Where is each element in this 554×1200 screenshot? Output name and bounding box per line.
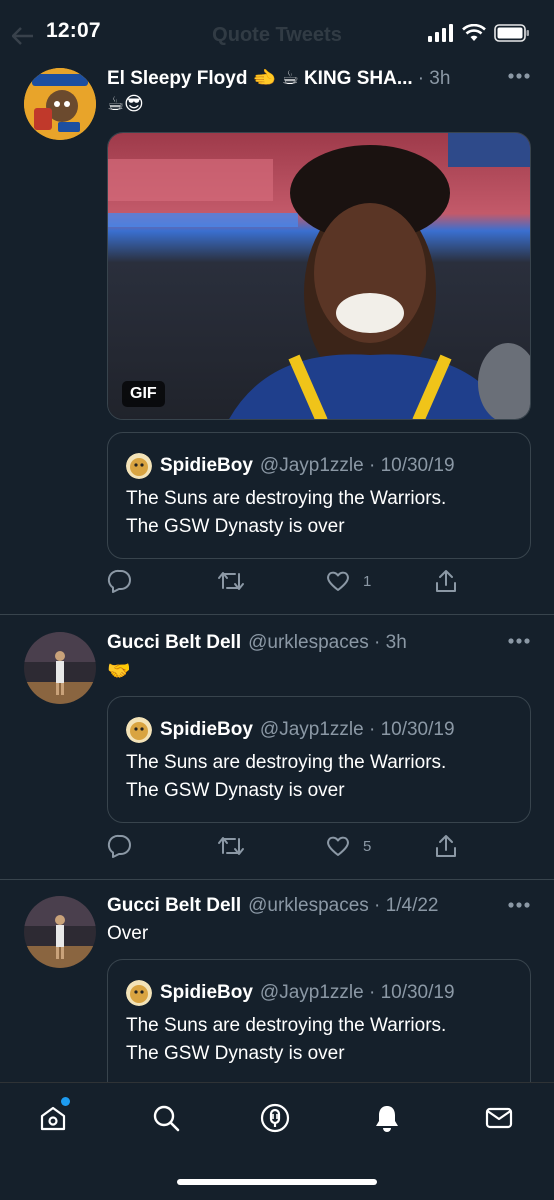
spaces-icon[interactable] xyxy=(260,1103,290,1133)
quoted-tweet[interactable]: SpidieBoy @Jayp1zzle · 10/30/19 The Suns… xyxy=(107,696,531,823)
author-name[interactable]: El Sleepy Floyd 🫲 ☕ KING SHA... xyxy=(107,66,413,90)
home-indicator xyxy=(177,1179,377,1185)
retweet-icon xyxy=(218,837,244,855)
author-handle: @urklespaces · 3h xyxy=(248,632,407,653)
like-count: 5 xyxy=(363,837,372,855)
more-options-icon[interactable] xyxy=(508,73,530,79)
quoted-author-name: SpidieBoy xyxy=(160,982,253,1003)
messages-icon[interactable] xyxy=(484,1103,514,1133)
like-button[interactable]: 5 xyxy=(325,833,371,859)
author-name[interactable]: Gucci Belt Dell xyxy=(107,632,241,654)
quoted-tweet-header: SpidieBoy @Jayp1zzle · 10/30/19 xyxy=(126,453,455,479)
tweet-actions: 5 xyxy=(107,833,507,861)
tweet[interactable]: Gucci Belt Dell @urklespaces · 1/4/22 Ov… xyxy=(0,880,554,1099)
tweet-header: El Sleepy Floyd 🫲 ☕ KING SHA... · 3h xyxy=(107,66,494,90)
quoted-avatar xyxy=(126,453,152,479)
share-button[interactable] xyxy=(433,568,459,594)
quoted-tweet-header: SpidieBoy @Jayp1zzle · 10/30/19 xyxy=(126,717,455,743)
reply-icon xyxy=(107,834,131,858)
more-options-icon[interactable] xyxy=(508,638,530,644)
quoted-author-handle: @Jayp1zzle · 10/30/19 xyxy=(259,455,455,476)
tweet-header: Gucci Belt Dell @urklespaces · 3h xyxy=(107,632,494,654)
quoted-tweet-text: The Suns are destroying the Warriors. Th… xyxy=(126,752,447,801)
avatar[interactable] xyxy=(24,896,96,968)
tweet-meta: · 3h xyxy=(417,68,451,89)
notifications-icon[interactable] xyxy=(372,1103,402,1133)
quoted-author-handle: @Jayp1zzle · 10/30/19 xyxy=(259,982,455,1003)
quoted-author-name: SpidieBoy xyxy=(160,719,253,740)
tweet[interactable]: Gucci Belt Dell @urklespaces · 3h 🤝 Spid… xyxy=(0,615,554,879)
share-icon xyxy=(436,835,456,857)
author-handle: @urklespaces · 1/4/22 xyxy=(248,895,439,916)
avatar-image xyxy=(24,632,96,704)
tweet-text: Over xyxy=(107,923,149,944)
reply-icon xyxy=(107,569,131,593)
tweet-text: 🤝 xyxy=(107,661,131,682)
home-notification-dot xyxy=(61,1097,70,1106)
quoted-tweet-header: SpidieBoy @Jayp1zzle · 10/30/19 xyxy=(126,980,455,1006)
reply-button[interactable] xyxy=(107,568,133,594)
status-bar: 12:07 xyxy=(0,0,554,62)
gif-badge: GIF xyxy=(122,381,165,407)
home-icon[interactable] xyxy=(38,1103,68,1133)
avatar-image xyxy=(24,896,96,968)
retweet-button[interactable] xyxy=(217,568,245,594)
tweet-text: ☕😎 xyxy=(107,94,144,115)
quoted-tweet[interactable]: SpidieBoy @Jayp1zzle · 10/30/19 The Suns… xyxy=(107,432,531,559)
quoted-tweet-text: The Suns are destroying the Warriors. Th… xyxy=(126,1015,447,1064)
quoted-tweet-text: The Suns are destroying the Warriors. Th… xyxy=(126,488,447,537)
tweet-header: Gucci Belt Dell @urklespaces · 1/4/22 xyxy=(107,895,494,917)
share-icon xyxy=(436,570,456,592)
avatar[interactable] xyxy=(24,68,96,140)
avatar-image xyxy=(24,68,96,140)
like-count: 1 xyxy=(363,572,372,590)
quoted-avatar xyxy=(126,717,152,743)
quoted-tweet[interactable]: SpidieBoy @Jayp1zzle · 10/30/19 The Suns… xyxy=(107,959,531,1099)
tweet-actions: 1 xyxy=(107,568,507,596)
gif-image xyxy=(108,133,530,419)
quoted-avatar xyxy=(126,980,152,1006)
avatar[interactable] xyxy=(24,632,96,704)
search-icon[interactable] xyxy=(151,1103,181,1133)
status-time: 12:07 xyxy=(46,19,101,42)
quoted-author-handle: @Jayp1zzle · 10/30/19 xyxy=(259,719,455,740)
more-options-icon[interactable] xyxy=(508,902,530,908)
tweet-gif[interactable]: GIF xyxy=(107,132,531,420)
reply-button[interactable] xyxy=(107,833,133,859)
author-name[interactable]: Gucci Belt Dell xyxy=(107,895,241,917)
heart-icon xyxy=(327,571,349,591)
like-button[interactable]: 1 xyxy=(325,568,371,594)
tweet[interactable]: El Sleepy Floyd 🫲 ☕ KING SHA... · 3h ☕😎 xyxy=(0,0,554,614)
quoted-author-name: SpidieBoy xyxy=(160,455,253,476)
heart-icon xyxy=(327,836,349,856)
share-button[interactable] xyxy=(433,833,459,859)
retweet-icon xyxy=(218,572,244,590)
retweet-button[interactable] xyxy=(217,833,245,859)
